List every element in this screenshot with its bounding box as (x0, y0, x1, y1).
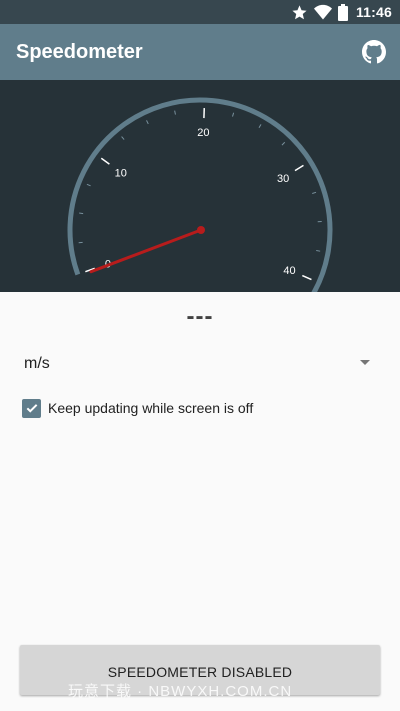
gauge-tick-label: 30 (277, 173, 289, 185)
gauge-major-tick (302, 274, 312, 281)
keep-updating-label: Keep updating while screen is off (48, 400, 254, 416)
gauge-major-tick (100, 157, 110, 165)
gauge-major-tick (294, 164, 304, 172)
speed-readout: --- (186, 303, 214, 330)
gauge-minor-tick (79, 212, 84, 215)
checkmark-icon (26, 404, 37, 413)
gauge-minor-tick (146, 120, 149, 125)
dropdown-arrow-icon (360, 360, 370, 365)
github-icon[interactable] (362, 40, 386, 64)
gauge-minor-tick (312, 191, 317, 195)
unit-select[interactable]: m/s (16, 346, 384, 382)
speedometer-gauge: 01020304050 (0, 80, 400, 292)
battery-icon (337, 3, 348, 21)
gauge-tick-labels: 01020304050 (105, 127, 296, 277)
app-title: Speedometer (16, 41, 143, 63)
gauge-minor-tick (316, 249, 321, 252)
gauge-minor-tick (232, 112, 235, 117)
gauge-minor-tick (258, 124, 262, 129)
status-bar: 11:46 (0, 0, 400, 24)
gauge-canvas: 01020304050 (67, 97, 333, 292)
gauge-needle-hub (197, 226, 205, 234)
keep-updating-checkbox-row[interactable]: Keep updating while screen is off (22, 397, 253, 419)
gauge-minor-tick (174, 110, 176, 115)
wifi-icon (313, 4, 332, 20)
unit-select-value: m/s (24, 355, 50, 372)
app-bar: Speedometer (0, 24, 400, 80)
status-time: 11:46 (355, 4, 392, 20)
gauge-tick-label: 20 (197, 127, 209, 139)
speedometer-toggle-button[interactable]: SPEEDOMETER DISABLED (20, 645, 380, 695)
gauge-minor-tick (281, 141, 286, 146)
gauge-minor-tick (121, 136, 125, 140)
keep-updating-checkbox[interactable] (22, 398, 41, 418)
gauge-tick-label: 10 (115, 167, 127, 179)
gauge-minor-tick (86, 183, 91, 187)
gauge-tick-label: 40 (283, 265, 295, 277)
gauge-needle (89, 228, 203, 274)
speedometer-toggle-label: SPEEDOMETER DISABLED (107, 664, 293, 680)
status-icons: 11:46 (291, 0, 392, 24)
star-icon (291, 4, 308, 21)
